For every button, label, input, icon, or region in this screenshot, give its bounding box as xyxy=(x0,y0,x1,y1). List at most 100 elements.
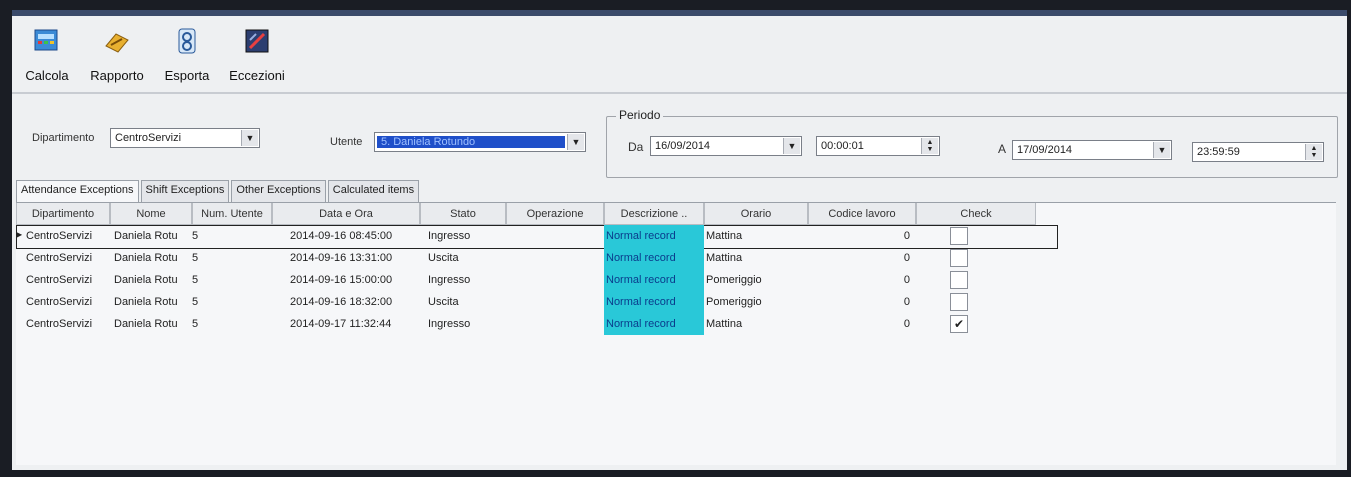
table-row[interactable]: CentroServizi Daniela Rotu 5 2014-09-16 … xyxy=(16,247,1036,269)
dipartimento-select[interactable]: CentroServizi ▼ xyxy=(110,128,260,148)
col-nome[interactable]: Nome xyxy=(110,203,192,225)
calculator-icon xyxy=(30,24,64,58)
check-checkbox[interactable] xyxy=(950,249,968,267)
cell-codice: 0 xyxy=(903,318,910,330)
report-icon xyxy=(100,24,134,58)
rapporto-button[interactable]: Rapporto xyxy=(82,18,152,96)
check-checkbox[interactable] xyxy=(950,227,968,245)
spin-arrows-icon[interactable]: ▲ ▼ xyxy=(1305,144,1322,160)
check-checkbox[interactable]: ✔ xyxy=(950,315,968,333)
cell-operazione xyxy=(506,247,604,269)
chevron-down-icon[interactable]: ▼ xyxy=(567,134,584,150)
check-checkbox[interactable] xyxy=(950,293,968,311)
cell-num: 5 xyxy=(192,230,199,242)
a-label: A xyxy=(998,142,1007,156)
cell-data-ora: 2014-09-17 11:32:44 xyxy=(290,318,392,330)
cell-orario: Mattina xyxy=(706,318,743,330)
a-time-spinner[interactable]: 23:59:59 ▲ ▼ xyxy=(1192,142,1324,162)
a-time-value: 23:59:59 xyxy=(1197,146,1240,158)
tab-other-exceptions[interactable]: Other Exceptions xyxy=(231,180,326,202)
calcola-button[interactable]: Calcola xyxy=(12,18,82,96)
chevron-down-icon[interactable]: ▼ xyxy=(783,138,800,154)
col-operazione[interactable]: Operazione xyxy=(506,203,604,225)
cell-descrizione: Normal record xyxy=(604,247,704,269)
tab-attendance-exceptions[interactable]: Attendance Exceptions xyxy=(16,180,139,202)
col-data-ora[interactable]: Data e Ora xyxy=(272,203,420,225)
cell-stato: Uscita xyxy=(428,296,459,308)
utente-value: 5. Daniela Rotundo xyxy=(377,136,565,148)
cell-num: 5 xyxy=(192,252,199,264)
cell-operazione xyxy=(506,291,604,313)
cell-dipartimento: CentroServizi xyxy=(26,318,93,330)
cell-num: 5 xyxy=(192,318,199,330)
eccezioni-button[interactable]: Eccezioni xyxy=(222,18,292,96)
spin-arrows-icon[interactable]: ▲ ▼ xyxy=(921,138,938,154)
a-date-picker[interactable]: 17/09/2014 ▼ xyxy=(1012,140,1172,160)
filter-panel: Dipartimento CentroServizi ▼ Utente 5. D… xyxy=(12,98,1347,178)
da-label: Da xyxy=(628,140,644,154)
table-row[interactable]: CentroServizi Daniela Rotu 5 2014-09-16 … xyxy=(16,291,1036,313)
cell-stato: Uscita xyxy=(428,252,459,264)
cell-codice: 0 xyxy=(903,274,910,286)
cell-codice: 0 xyxy=(903,296,910,308)
col-stato[interactable]: Stato xyxy=(420,203,506,225)
chevron-down-icon[interactable]: ▼ xyxy=(241,130,258,146)
cell-data-ora: 2014-09-16 08:45:00 xyxy=(290,230,393,242)
cell-descrizione: Normal record xyxy=(604,225,704,247)
col-descrizione[interactable]: Descrizione .. xyxy=(604,203,704,225)
col-check[interactable]: Check xyxy=(916,203,1036,225)
da-date-picker[interactable]: 16/09/2014 ▼ xyxy=(650,136,802,156)
cell-operazione xyxy=(506,269,604,291)
title-bar xyxy=(12,10,1347,16)
cell-descrizione: Normal record xyxy=(604,291,704,313)
checkmark-icon: ✔ xyxy=(953,317,965,331)
cell-operazione xyxy=(506,313,604,335)
cell-stato: Ingresso xyxy=(428,230,471,242)
cell-codice: 0 xyxy=(903,252,910,264)
utente-select[interactable]: 5. Daniela Rotundo ▼ xyxy=(374,132,586,152)
cell-nome: Daniela Rotu xyxy=(114,230,178,242)
cell-orario: Pomeriggio xyxy=(706,274,762,286)
app-window: Calcola Rapporto Esporta Eccezioni Dipar… xyxy=(12,10,1347,470)
da-date-value: 16/09/2014 xyxy=(655,140,711,152)
tab-shift-exceptions[interactable]: Shift Exceptions xyxy=(140,180,230,202)
cell-orario: Mattina xyxy=(706,230,743,242)
col-codice-lavoro[interactable]: Codice lavoro xyxy=(808,203,916,225)
table-row[interactable]: CentroServizi Daniela Rotu 5 2014-09-16 … xyxy=(16,225,1036,247)
table-row[interactable]: CentroServizi Daniela Rotu 5 2014-09-17 … xyxy=(16,313,1036,335)
cell-nome: Daniela Rotu xyxy=(114,252,178,264)
cell-nome: Daniela Rotu xyxy=(114,296,178,308)
table-row[interactable]: CentroServizi Daniela Rotu 5 2014-09-16 … xyxy=(16,269,1036,291)
cell-data-ora: 2014-09-16 15:00:00 xyxy=(290,274,393,286)
cell-num: 5 xyxy=(192,274,199,286)
exceptions-icon xyxy=(240,24,274,58)
col-num-utente[interactable]: Num. Utente xyxy=(192,203,272,225)
cell-data-ora: 2014-09-16 13:31:00 xyxy=(290,252,393,264)
col-orario[interactable]: Orario xyxy=(704,203,808,225)
tab-calculated-items[interactable]: Calculated items xyxy=(327,180,420,202)
rapporto-label: Rapporto xyxy=(90,68,144,83)
col-dipartimento[interactable]: Dipartimento xyxy=(16,203,110,225)
cell-nome: Daniela Rotu xyxy=(114,274,178,286)
a-date-value: 17/09/2014 xyxy=(1017,144,1073,156)
esporta-label: Esporta xyxy=(164,68,210,83)
toolbar-separator xyxy=(12,92,1347,94)
esporta-button[interactable]: Esporta xyxy=(152,18,222,96)
exceptions-grid: Dipartimento Nome Num. Utente Data e Ora… xyxy=(16,202,1336,465)
da-time-value: 00:00:01 xyxy=(821,140,864,152)
da-time-spinner[interactable]: 00:00:01 ▲ ▼ xyxy=(816,136,940,156)
cell-stato: Ingresso xyxy=(428,318,471,330)
cell-descrizione: Normal record xyxy=(604,269,704,291)
utente-label: Utente xyxy=(330,136,363,148)
cell-orario: Pomeriggio xyxy=(706,296,762,308)
cell-nome: Daniela Rotu xyxy=(114,318,178,330)
chevron-down-icon[interactable]: ▼ xyxy=(1153,142,1170,158)
grid-header: Dipartimento Nome Num. Utente Data e Ora… xyxy=(16,203,1036,225)
cell-data-ora: 2014-09-16 18:32:00 xyxy=(290,296,393,308)
toolbar: Calcola Rapporto Esporta Eccezioni xyxy=(12,18,1347,96)
cell-dipartimento: CentroServizi xyxy=(26,274,93,286)
cell-dipartimento: CentroServizi xyxy=(26,230,93,242)
check-checkbox[interactable] xyxy=(950,271,968,289)
dipartimento-label: Dipartimento xyxy=(32,132,95,144)
eccezioni-label: Eccezioni xyxy=(229,68,285,83)
